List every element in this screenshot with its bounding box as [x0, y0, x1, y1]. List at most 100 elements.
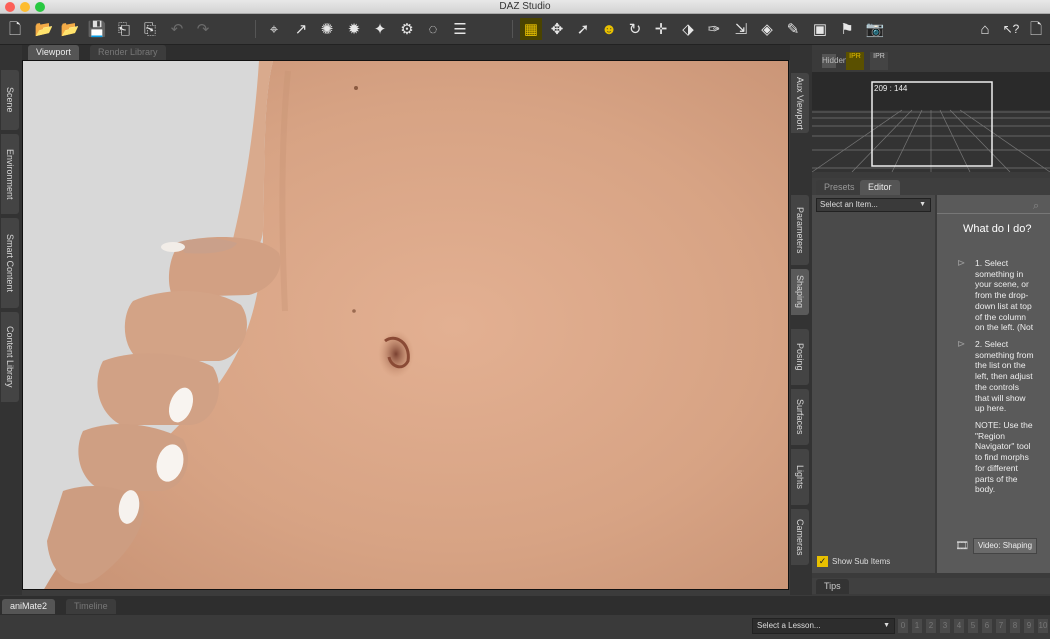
tab-shaping[interactable]: Shaping: [791, 269, 809, 315]
lesson-step-button[interactable]: 10: [1038, 619, 1048, 633]
viewport-render: [23, 61, 788, 589]
lesson-step-button[interactable]: 3: [940, 619, 950, 633]
active-pose-icon[interactable]: ☻: [598, 18, 620, 40]
right-pane-tabs: Aux Viewport Parameters Shaping Posing S…: [790, 45, 812, 595]
tab-timeline[interactable]: Timeline: [66, 599, 116, 614]
transform-icon[interactable]: ⇲: [730, 18, 752, 40]
tab-viewport[interactable]: Viewport: [28, 45, 79, 60]
chevron-down-icon: ▼: [883, 622, 890, 629]
list-icon[interactable]: ☰: [449, 18, 471, 40]
tab-render-library[interactable]: Render Library: [90, 45, 166, 60]
aux-viewport[interactable]: 209 : 144: [812, 72, 1050, 172]
draw-style-hidden-button[interactable]: Hidden: [822, 54, 847, 68]
node-selection-icon[interactable]: ✥: [546, 18, 568, 40]
tab-environment[interactable]: Environment: [1, 134, 19, 214]
bottom-tab-bar: aniMate2 Timeline: [0, 596, 1050, 615]
viewport-tab-bar: Viewport Render Library: [22, 45, 790, 60]
help-step-1: 1. Select something in your scene, or fr…: [975, 258, 1034, 333]
scale-icon[interactable]: ⬗: [677, 18, 699, 40]
lesson-step-button[interactable]: 1: [912, 619, 922, 633]
lesson-step-button[interactable]: 4: [954, 619, 964, 633]
home-icon[interactable]: ⌂: [974, 18, 996, 40]
joint-editor-icon[interactable]: ⚙: [396, 18, 418, 40]
camera-tool-icon[interactable]: ▣: [809, 18, 831, 40]
lesson-step-button[interactable]: 0: [898, 619, 908, 633]
left-pane-tabs: Scene Environment Smart Content Content …: [0, 45, 22, 595]
surface-selection-icon[interactable]: ◈: [756, 18, 778, 40]
render-icon[interactable]: 📷: [864, 18, 886, 40]
redo-icon[interactable]: ↷: [192, 18, 214, 40]
tips-bar: Tips: [812, 578, 1050, 594]
pointer-arrow-icon: ⊳: [957, 339, 966, 350]
select-item-dropdown[interactable]: Select an Item... ▼: [816, 198, 931, 212]
search-icon[interactable]: ⌕: [1033, 200, 1039, 213]
show-sub-items-checkbox[interactable]: ✓: [817, 556, 828, 567]
viewport[interactable]: [22, 60, 789, 590]
geometry-editor-icon[interactable]: ✎: [782, 18, 804, 40]
joint-rotate-icon[interactable]: ✑: [703, 18, 725, 40]
new-scene-icon[interactable]: 🗋: [4, 18, 26, 40]
draw-style-ipr-button[interactable]: IPR: [870, 52, 888, 70]
point-light-icon[interactable]: ✹: [343, 18, 365, 40]
show-sub-items-label: Show Sub Items: [832, 557, 891, 566]
point-at-icon[interactable]: ↗: [290, 18, 312, 40]
render-settings-icon[interactable]: ⚑: [836, 18, 858, 40]
undo-icon[interactable]: ↶: [166, 18, 188, 40]
aux-dimension-readout: 209 : 144: [874, 84, 908, 93]
pointer-icon[interactable]: ➚: [572, 18, 594, 40]
toolbar-separator: [512, 20, 513, 38]
lesson-step-button[interactable]: 5: [968, 619, 978, 633]
aux-viewport-grid: [812, 72, 1050, 172]
tab-animate2[interactable]: aniMate2: [2, 599, 56, 614]
open-file-icon[interactable]: 📂: [33, 18, 55, 40]
tab-tips[interactable]: Tips: [816, 579, 849, 594]
lesson-step-button[interactable]: 9: [1024, 619, 1034, 633]
tab-aux-viewport[interactable]: Aux Viewport: [791, 73, 809, 133]
region-navigator-icon[interactable]: ▦: [520, 18, 542, 40]
lesson-step-button[interactable]: 6: [982, 619, 992, 633]
draw-style-ipr-active-button[interactable]: IPR: [846, 52, 864, 70]
chevron-down-icon: ▼: [919, 201, 926, 208]
tab-presets[interactable]: Presets: [816, 180, 863, 195]
tab-surfaces[interactable]: Surfaces: [791, 389, 809, 445]
shaping-help-pane: ⌕ What do I do? ⊳ 1. Select something in…: [937, 195, 1050, 573]
pointer-arrow-icon: ⊳: [957, 258, 966, 269]
save-icon[interactable]: 💾: [86, 18, 108, 40]
video-shaping-button[interactable]: Video: Shaping: [973, 538, 1037, 554]
help-title: What do I do?: [963, 223, 1032, 235]
divider: [937, 213, 1050, 214]
aux-viewport-toolbar: Hidden IPR IPR: [812, 50, 1050, 72]
window-title: DAZ Studio: [499, 1, 551, 12]
lesson-step-button[interactable]: 8: [1010, 619, 1020, 633]
whats-this-icon[interactable]: ↖?: [1000, 18, 1022, 40]
tab-content-library[interactable]: Content Library: [1, 312, 19, 402]
rotate-icon[interactable]: ↻: [624, 18, 646, 40]
tab-parameters[interactable]: Parameters: [791, 195, 809, 265]
lesson-step-button[interactable]: 7: [996, 619, 1006, 633]
daz-studio-window: DAZ Studio 🗋 📂 📂 💾 ⎗ ⎘ ↶ ↷ ⌖ ↗ ✺ ✹ ✦ ⚙ ◌…: [0, 0, 1050, 639]
export-icon[interactable]: ⎘: [139, 18, 161, 40]
help-step-2: 2. Select something from the list on the…: [975, 339, 1034, 414]
tab-lights[interactable]: Lights: [791, 449, 809, 505]
translate-icon[interactable]: ✛: [650, 18, 672, 40]
tab-cameras[interactable]: Cameras: [791, 509, 809, 565]
select-lesson-dropdown[interactable]: Select a Lesson... ▼: [752, 618, 895, 634]
document-icon[interactable]: 🗋: [1025, 18, 1047, 40]
main-toolbar: 🗋 📂 📂 💾 ⎗ ⎘ ↶ ↷ ⌖ ↗ ✺ ✹ ✦ ⚙ ◌ ☰ ▦ ✥ ➚ ☻ …: [0, 14, 1050, 45]
spotlight-icon[interactable]: ✺: [316, 18, 338, 40]
merge-file-icon[interactable]: 📂: [59, 18, 81, 40]
video-icon: 🎞: [955, 540, 969, 552]
toolbar-separator: [255, 20, 256, 38]
distant-light-icon[interactable]: ✦: [369, 18, 391, 40]
tab-scene[interactable]: Scene: [1, 70, 19, 130]
lesson-bar: Select a Lesson... ▼: [0, 615, 1050, 639]
help-note: NOTE: Use the "Region Navigator" tool to…: [975, 420, 1033, 495]
tab-editor[interactable]: Editor: [860, 180, 900, 195]
lesson-step-button[interactable]: 2: [926, 619, 936, 633]
import-icon[interactable]: ⎗: [113, 18, 135, 40]
scene-camera-icon[interactable]: ⌖: [263, 18, 285, 40]
tab-posing[interactable]: Posing: [791, 329, 809, 385]
region-node-icon[interactable]: ◌: [422, 18, 444, 40]
tab-smart-content[interactable]: Smart Content: [1, 218, 19, 308]
title-bar: DAZ Studio: [0, 0, 1050, 14]
